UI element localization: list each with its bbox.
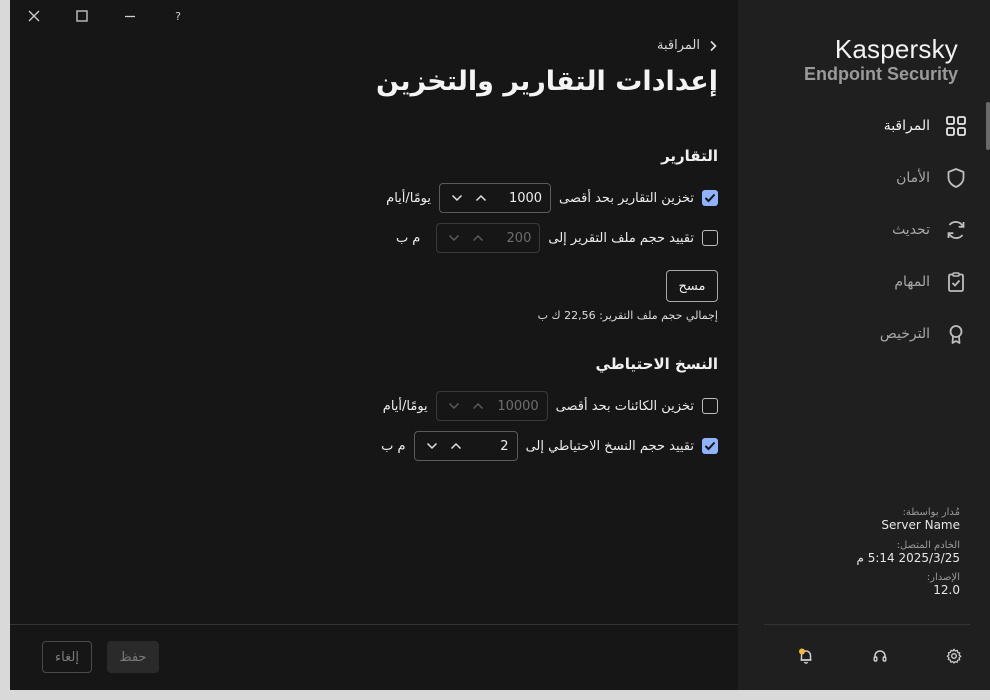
sidebar-item-update[interactable]: تحديث (760, 210, 970, 250)
limit-report-size-value: 200 (506, 230, 532, 246)
store-objects-stepper: 10000 (435, 391, 548, 421)
increment-button[interactable] (447, 437, 465, 455)
headset-icon (873, 650, 887, 662)
shield-icon (942, 164, 970, 192)
limit-backup-size-row: تقييد حجم النسخ الاحتياطي إلى 2 م ب (381, 430, 718, 462)
chevron-down-icon (449, 234, 460, 242)
maximize-icon (76, 10, 88, 22)
store-reports-stepper[interactable]: 1000 (439, 183, 552, 213)
brand-product: Endpoint Security (803, 64, 958, 84)
limit-backup-size-unit: م ب (381, 438, 406, 454)
sidebar-item-security[interactable]: الأمان (760, 158, 970, 198)
sidebar-item-label: الترخيص (879, 326, 930, 342)
store-reports-unit: يومًا/أيام (386, 190, 432, 206)
clipboard-check-icon (942, 268, 970, 296)
page-title: إعدادات التقارير والتخزين (376, 66, 718, 97)
limit-backup-size-value: 2 (500, 438, 509, 454)
sidebar-footer-divider (764, 624, 970, 625)
reports-section-title: التقارير (661, 147, 718, 165)
sidebar-item-tasks[interactable]: المهام (760, 262, 970, 302)
limit-report-size-unit: م ب (395, 230, 421, 246)
connected-server-info: الخادم المتصل: 2025/3/25 5:14 م (856, 540, 960, 565)
cancel-button[interactable]: إلغاء (42, 641, 92, 673)
limit-backup-size-checkbox[interactable] (702, 438, 718, 454)
increment-button (469, 397, 487, 415)
support-button[interactable] (868, 644, 892, 668)
bell-icon (799, 648, 812, 664)
close-window-button[interactable] (20, 4, 48, 28)
store-reports-value: 1000 (508, 190, 543, 206)
chevron-down-icon (452, 194, 463, 202)
check-icon (704, 193, 716, 203)
chevron-right-icon (710, 40, 717, 51)
settings-button[interactable] (942, 644, 966, 668)
managed-by-value: Server Name (881, 518, 960, 532)
limit-backup-size-label: تقييد حجم النسخ الاحتياطي إلى (525, 438, 694, 454)
version-value: 12.0 (933, 583, 960, 597)
grid-icon (942, 112, 970, 140)
chevron-down-icon (448, 402, 459, 410)
chevron-up-icon (472, 402, 483, 410)
decrement-button[interactable] (423, 437, 441, 455)
chevron-up-icon (476, 194, 487, 202)
backup-section-title: النسخ الاحتياطي (595, 355, 719, 373)
sidebar-item-license[interactable]: الترخيص (760, 314, 970, 354)
limit-report-size-row: تقييد حجم ملف التقرير إلى 200 م ب (396, 222, 718, 254)
decrement-button[interactable] (448, 189, 466, 207)
breadcrumb-label: المراقبة (657, 38, 700, 53)
connected-label: الخادم المتصل: (896, 540, 960, 551)
managed-by-label: مُدار بواسطة: (902, 507, 960, 518)
sidebar-item-label: المهام (894, 274, 930, 290)
limit-backup-size-stepper[interactable]: 2 (413, 431, 518, 461)
sidebar-item-label: تحديث (892, 222, 930, 238)
clear-reports-button[interactable]: مسح (666, 270, 718, 302)
chevron-up-icon (450, 442, 461, 450)
store-objects-value: 10000 (497, 398, 539, 414)
help-button[interactable]: ? (164, 4, 192, 28)
footer-divider (10, 624, 738, 625)
decrement-button (445, 229, 463, 247)
version-label: الإصدار: (926, 572, 960, 583)
check-icon (704, 441, 716, 451)
store-objects-label: تخزين الكائنات بحد أقصى (555, 398, 694, 414)
sidebar-item-label: الأمان (896, 170, 930, 186)
gear-icon (946, 648, 962, 664)
breadcrumb[interactable]: المراقبة (657, 38, 718, 53)
sidebar-item-monitoring[interactable]: المراقبة (760, 106, 970, 146)
store-objects-unit: يومًا/أيام (382, 398, 428, 414)
help-icon: ? (175, 9, 181, 23)
close-icon (28, 10, 40, 22)
connected-value: 2025/3/25 5:14 م (856, 551, 960, 565)
chevron-down-icon (426, 442, 437, 450)
notifications-button[interactable] (794, 644, 818, 668)
store-objects-row: تخزين الكائنات بحد أقصى 10000 يومًا/أيام (383, 390, 718, 422)
limit-report-size-checkbox[interactable] (702, 230, 718, 246)
managed-by-info: مُدار بواسطة: Server Name (881, 507, 960, 532)
decrement-button (445, 397, 463, 415)
brand-name: Kaspersky (834, 34, 958, 64)
total-report-size: إجمالي حجم ملف التقرير: 22,56 ك ب (537, 309, 718, 322)
award-icon (942, 320, 970, 348)
limit-report-size-stepper: 200 (436, 223, 541, 253)
chevron-up-icon (473, 234, 484, 242)
version-info: الإصدار: 12.0 (927, 572, 960, 597)
store-reports-label: تخزين التقارير بحد أقصى (559, 190, 694, 206)
save-button[interactable]: حفظ (107, 641, 159, 673)
app-window: ? المراقبة إعدادات التقارير والتخزين الت… (10, 0, 990, 690)
sidebar-item-label: المراقبة (883, 118, 930, 134)
increment-button[interactable] (472, 189, 490, 207)
refresh-icon (942, 216, 970, 244)
store-reports-checkbox[interactable] (702, 190, 718, 206)
limit-report-size-label: تقييد حجم ملف التقرير إلى (548, 230, 694, 246)
store-reports-row: تخزين التقارير بحد أقصى 1000 يومًا/أيام (386, 182, 718, 214)
minimize-window-button[interactable] (116, 4, 144, 28)
sidebar: Kaspersky Endpoint Security المراقبة الأ… (738, 0, 990, 690)
maximize-window-button[interactable] (68, 4, 96, 28)
increment-button (469, 229, 487, 247)
store-objects-checkbox[interactable] (702, 398, 718, 414)
sidebar-scroll-indicator[interactable] (986, 102, 990, 150)
minimize-icon (125, 15, 135, 18)
